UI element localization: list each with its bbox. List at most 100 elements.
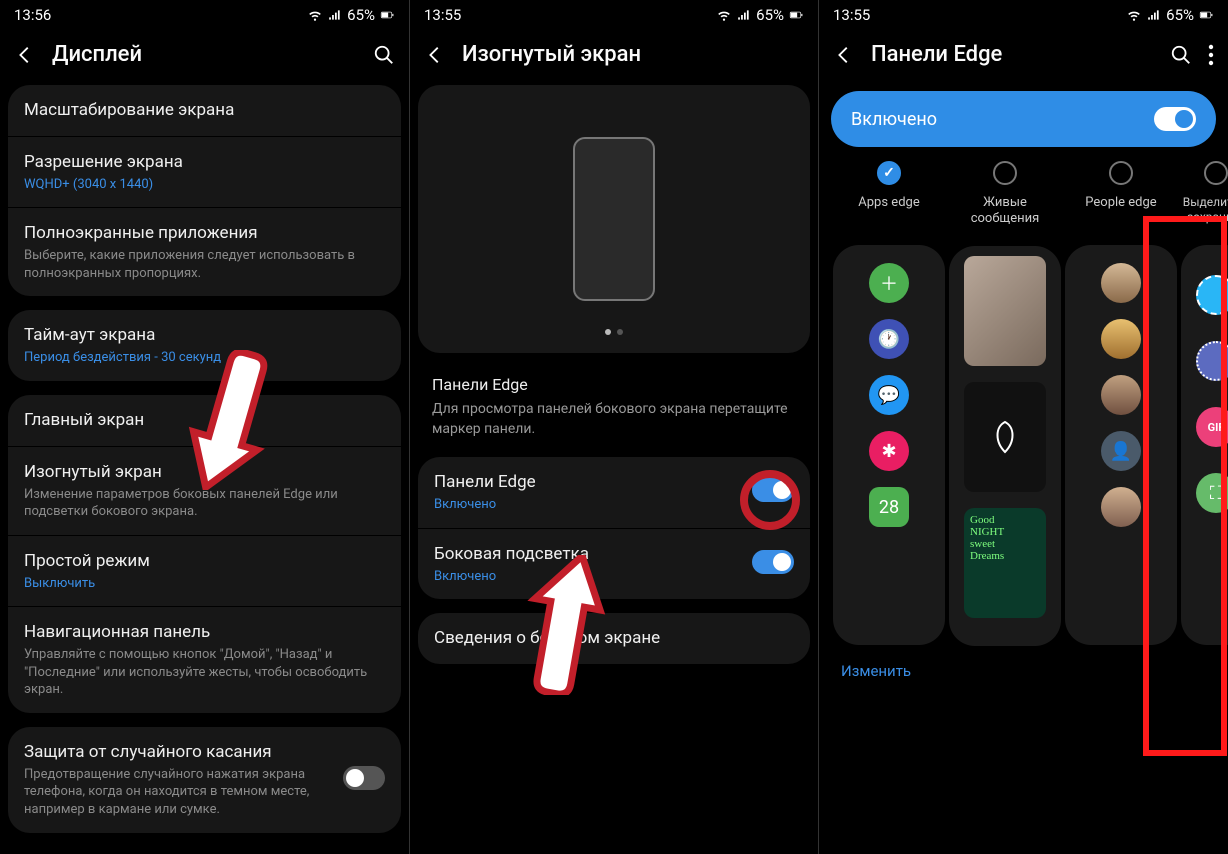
item-subtitle: Управляйте с помощью кнопок "Домой", "На… [24,646,385,699]
item-title: Боковая подсветка [434,543,794,566]
status-bar: 13:55 65% [410,0,818,28]
panel-select-save[interactable]: Выделить и сохранить GIF ⛶ [1181,161,1228,646]
status-bar: 13:55 65% [819,0,1228,28]
select-icon [1196,341,1228,381]
panel-live-messages[interactable]: Живые сообщения GoodNIGHTsweetDreams [949,161,1061,646]
search-icon[interactable] [373,44,395,66]
item-title: Изогнутый экран [24,461,385,484]
signal-icon [736,8,752,22]
panel-name: People edge [1065,195,1177,227]
item-resolution[interactable]: Разрешение экрана WQHD+ (3040 x 1440) [8,136,401,207]
avatar [1101,319,1141,359]
status-indicators: 65% [1126,6,1214,24]
item-scaling[interactable]: Масштабирование экрана [8,85,401,136]
panel-check[interactable] [1204,161,1228,185]
phone-screen-1: 13:56 65% Дисплей Масштабирование экрана… [0,0,409,854]
crop-icon: ⛶ [1196,473,1228,513]
item-subtitle: Выберите, какие приложения следует испол… [24,247,385,282]
wifi-icon [307,8,323,22]
item-title: Масштабирование экрана [24,99,385,122]
toggle-accidental-touch[interactable] [343,766,385,794]
signal-icon [1146,8,1162,22]
panel-people-edge[interactable]: People edge 👤 [1065,161,1177,646]
battery-icon [788,8,804,22]
item-accidental-touch[interactable]: Защита от случайного касания Предотвраще… [8,727,401,833]
phone-screen-2: 13:55 65% Изогнутый экран Панели Edge Дл… [409,0,818,854]
panel-check[interactable] [993,161,1017,185]
item-subtitle: Период бездействия - 30 секунд [24,349,385,367]
phone-screen-3: 13:55 65% Панели Edge Включено .enabled-… [818,0,1228,854]
back-icon[interactable] [833,44,855,66]
image-thumb [964,256,1046,366]
status-bar: 13:56 65% [0,0,409,28]
gif-icon: GIF [1196,407,1228,447]
item-fullscreen-apps[interactable]: Полноэкранные приложения Выберите, какие… [8,207,401,296]
item-edge-panels[interactable]: Панели Edge Включено [418,457,810,527]
toggle-edge-lighting[interactable] [752,550,794,578]
item-title: Тайм-аут экрана [24,324,385,347]
settings-list: Масштабирование экрана Разрешение экрана… [0,85,409,833]
item-navigation-bar[interactable]: Навигационная панель Управляйте с помощь… [8,606,401,713]
master-toggle-label: Включено [851,109,937,130]
item-home-screen[interactable]: Главный экран [8,395,401,446]
edge-preview[interactable] [418,85,810,353]
item-subtitle: Включено [434,496,794,514]
description-title: Панели Edge [432,375,796,394]
page-title: Дисплей [52,42,357,67]
edit-link[interactable]: Изменить [819,646,1228,686]
master-toggle-switch[interactable]: .enabled-pill .switch::after{background:… [1154,107,1196,131]
wifi-icon [1126,8,1142,22]
panel-name: Живые сообщения [949,195,1061,228]
clock-icon: 🕐 [869,319,909,359]
pagination-dots [418,320,810,339]
wifi-icon [716,8,732,22]
item-edge-screen[interactable]: Изогнутый экран Изменение параметров бок… [8,446,401,535]
signal-icon [327,8,343,22]
battery-text: 65% [347,6,375,24]
select-icon [1196,275,1228,315]
page-title: Изогнутый экран [462,42,804,67]
image-thumb: GoodNIGHTsweetDreams [964,508,1046,618]
item-title: Главный экран [24,409,385,432]
header: Панели Edge [819,28,1228,85]
app-icon: ＋ [869,263,909,303]
description-text: Для просмотра панелей бокового экрана пе… [432,400,796,439]
item-subtitle: Предотвращение случайного нажатия экрана… [24,766,385,819]
header: Дисплей [0,28,409,85]
panel-preview: 👤 [1065,245,1177,645]
image-thumb [964,382,1046,492]
messages-icon: 💬 [869,375,909,415]
back-icon[interactable] [424,44,446,66]
more-icon[interactable] [1208,44,1214,66]
mini-phone-icon [573,137,655,301]
avatar [1101,375,1141,415]
panel-apps-edge[interactable]: Apps edge ＋ 🕐 💬 ✱ 28 [833,161,945,646]
toggle-edge-panels[interactable] [752,478,794,506]
panels-row: Apps edge ＋ 🕐 💬 ✱ 28 Живые сообщения Goo… [819,161,1228,646]
battery-text: 65% [756,6,784,24]
panel-name: Apps edge [833,195,945,227]
search-icon[interactable] [1170,44,1192,66]
item-title: Полноэкранные приложения [24,222,385,245]
item-title: Разрешение экрана [24,151,385,174]
item-title: Защита от случайного касания [24,741,385,764]
panel-preview: ＋ 🕐 💬 ✱ 28 [833,245,945,645]
item-title: Панели Edge [434,471,794,494]
item-about-edge[interactable]: Сведения о боковом экране [418,613,810,664]
avatar [1101,263,1141,303]
panel-check[interactable] [877,161,901,185]
item-simple-mode[interactable]: Простой режим Выключить [8,535,401,606]
back-icon[interactable] [14,44,36,66]
app-icon: ✱ [869,431,909,471]
avatar [1101,487,1141,527]
item-subtitle: Включено [434,568,794,586]
item-title: Навигационная панель [24,621,385,644]
panel-name: Выделить и сохранить [1181,195,1228,227]
battery-icon [379,8,395,22]
item-edge-lighting[interactable]: Боковая подсветка Включено [418,528,810,599]
panel-check[interactable] [1109,161,1133,185]
item-screen-timeout[interactable]: Тайм-аут экрана Период бездействия - 30 … [8,310,401,380]
master-toggle-pill[interactable]: Включено .enabled-pill .switch::after{ba… [831,91,1216,147]
status-indicators: 65% [307,6,395,24]
battery-text: 65% [1166,6,1194,24]
